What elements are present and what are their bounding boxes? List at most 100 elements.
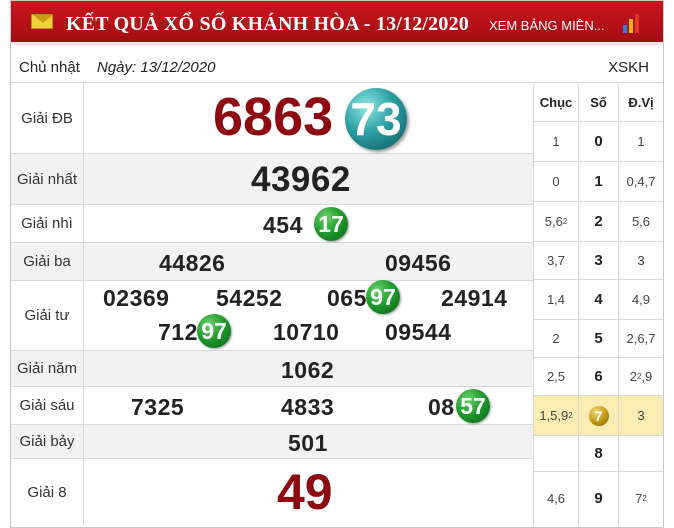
loto-row: 2 5 2,6,7 [533,320,663,358]
loto-row: 3,7 3 3 [533,242,663,280]
prize-label: Giải tư [11,281,84,350]
prize-row-eighth: Giải 8 49 [11,459,533,525]
prize-row-sixth: Giải sáu 7325 4833 08 57 [11,387,533,425]
lottery-code: XSKH [608,59,649,76]
chuc-value: 1 [533,122,578,161]
fourth-prize-number: 09544 [385,319,452,345]
dv-text: ,9 [641,369,653,384]
loto-row: 1,4 4 4,9 [533,280,663,320]
so-value: 5 [578,320,618,357]
chuc-value: 2 [533,320,578,357]
dv-value: 3 [618,242,663,279]
prize-label: Giải bảy [11,425,84,458]
so-value: 1 [578,162,618,201]
fourth-prize-number: 712 [158,319,198,345]
fourth-prize-tail-ball: 97 [197,314,231,348]
chuc-value [533,436,578,471]
special-prize-number: 6863 [213,87,334,147]
dv-value: 2,6,7 [618,320,663,357]
fifth-prize-number: 1062 [281,357,335,383]
fourth-prize-number: 02369 [103,285,170,311]
dv-value [618,436,663,471]
prize-row-first: Giải nhất 43962 [11,154,533,205]
fourth-prize-number: 10710 [273,319,340,345]
dv-value: 2 2,9 [618,358,663,395]
prize-row-fifth: Giải năm 1062 [11,351,533,387]
eighth-prize-number: 49 [277,464,333,520]
prize-label: Giải ĐB [11,84,84,153]
column-header-chuc: Chục [533,84,578,121]
chuc-value: 1,5,9 2 [533,396,578,435]
bar-chart-icon[interactable] [623,13,645,33]
chuc-value: 2,5 [533,358,578,395]
view-region-table-link[interactable]: XEM BẢNG MIỀN... [489,18,605,33]
first-prize-number: 43962 [251,160,351,199]
fourth-prize-number: 24914 [441,285,508,311]
chuc-superscript: 2 [568,411,573,420]
date-row: Chủ nhật Ngày: 13/12/2020 XSKH [11,51,663,83]
prize-label: Giải năm [11,351,84,386]
results-panel: KẾT QUẢ XỔ SỐ KHÁNH HÒA - 13/12/2020 XEM… [10,0,664,528]
fourth-prize-number: 54252 [216,285,283,311]
prize-row-third: Giải ba 44826 09456 [11,243,533,281]
chuc-value: 1,4 [533,280,578,319]
so-value: 9 [578,472,618,525]
third-prize-number: 44826 [159,250,226,276]
prize-row-fourth: Giải tư 02369 54252 065 97 24914 712 97 … [11,280,533,351]
prize-label: Giải nhất [11,154,84,204]
so-value: 8 [578,436,618,471]
fourth-prize-tail-ball: 97 [366,280,400,314]
page-title: KẾT QUẢ XỔ SỐ KHÁNH HÒA - 13/12/2020 [66,13,469,35]
prize-label: Giải sáu [11,387,84,424]
prize-row-second: Giải nhì 454 17 [11,205,533,243]
chuc-text: 1,5,9 [539,408,569,423]
dv-text: 7 [635,491,643,506]
prize-label: Giải 8 [11,459,84,525]
loto-row: 5,6 2 2 5,6 [533,202,663,242]
results-header: KẾT QUẢ XỔ SỐ KHÁNH HÒA - 13/12/2020 XEM… [11,1,663,45]
chuc-superscript: 2 [562,217,568,226]
chuc-value: 3,7 [533,242,578,279]
special-prize-tail-ball: 73 [345,88,407,150]
column-header-so: Số [578,84,618,121]
dv-value: 4,9 [618,280,663,319]
dv-superscript: 2 [642,494,647,503]
chuc-value: 0 [533,162,578,201]
chuc-text: 5,6 [544,214,563,229]
chuc-value: 5,6 2 [533,202,578,241]
second-prize-number: 454 [263,212,303,238]
sixth-prize-number: 08 [428,394,455,420]
draw-date: Ngày: 13/12/2020 [97,59,216,76]
day-of-week: Chủ nhật [19,59,80,76]
second-prize-tail-ball: 17 [314,207,348,241]
chuc-value: 4,6 [533,472,578,525]
sixth-prize-number: 7325 [131,394,185,420]
loto-table-header: Chục Số Đ.Vị [533,84,663,122]
dv-text: 2 [629,369,637,384]
prize-label: Giải ba [11,243,84,280]
fourth-prize-number: 065 [327,285,367,311]
prize-row-special: Giải ĐB 6863 73 [11,84,533,154]
dv-value: 0,4,7 [618,162,663,201]
loto-row: 1 0 1 [533,122,663,162]
loto-row-highlighted: 1,5,9 2 7 3 [533,396,663,436]
mail-icon [31,14,53,29]
dv-value: 3 [618,396,663,435]
highlight-ball: 7 [588,405,609,426]
loto-row: 8 [533,436,663,472]
prize-table: Giải ĐB 6863 73 Giải nhất 43962 Giải nhì… [11,84,533,528]
so-value: 2 [578,202,618,241]
so-value: 6 [578,358,618,395]
so-value: 7 [578,396,618,435]
prize-row-seventh: Giải bảy 501 [11,425,533,459]
prize-label: Giải nhì [11,205,84,242]
loto-row: 0 1 0,4,7 [533,162,663,202]
sixth-prize-number: 4833 [281,394,335,420]
sixth-prize-tail-ball: 57 [456,389,490,423]
loto-row: 4,6 9 72 [533,472,663,525]
so-value: 3 [578,242,618,279]
so-value: 0 [578,122,618,161]
dv-value: 1 [618,122,663,161]
dv-value: 72 [618,472,663,525]
third-prize-number: 09456 [385,250,452,276]
